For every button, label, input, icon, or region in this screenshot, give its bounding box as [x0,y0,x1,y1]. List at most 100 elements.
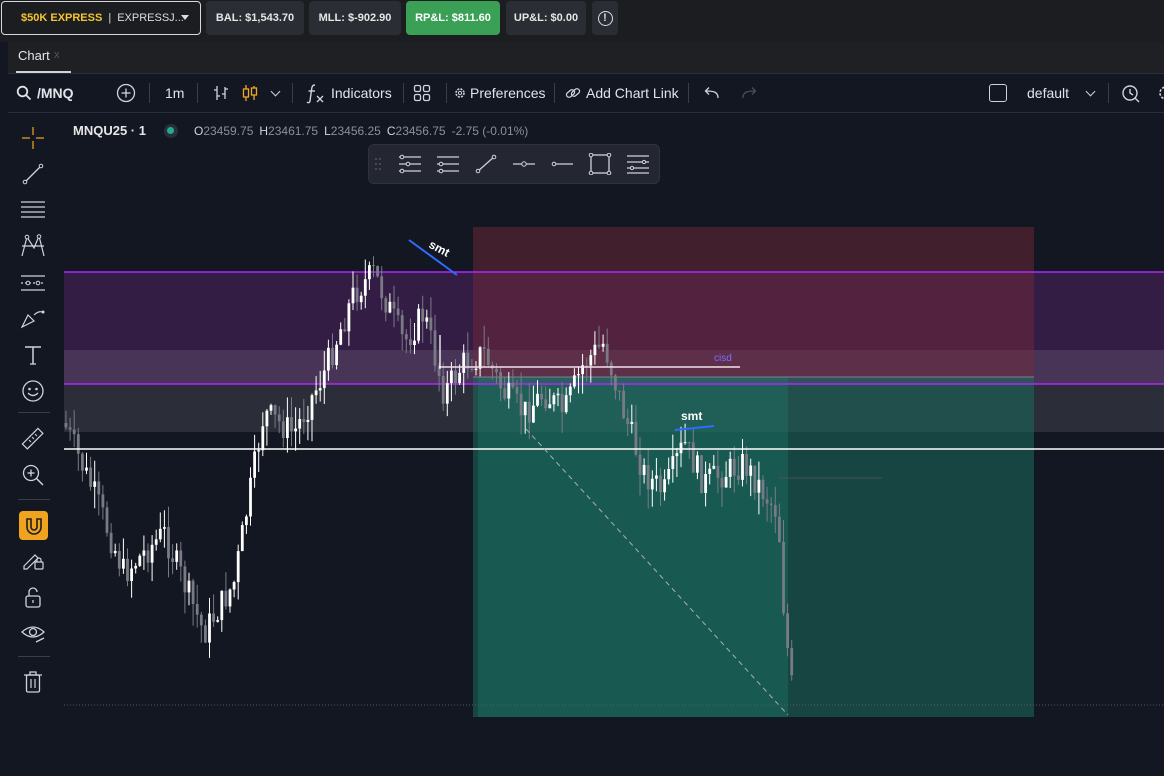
candle-body [515,387,519,394]
alert-button[interactable] [1121,74,1141,112]
redo-button[interactable] [740,74,758,112]
symbol-search[interactable]: /MNQ [16,74,74,112]
interval-button[interactable]: 1m [165,74,184,112]
delete-drawings-tool[interactable] [20,669,46,695]
projection-tool[interactable] [20,270,46,296]
candle-body [400,315,404,335]
candle-body [351,287,355,304]
candle-body [388,301,392,313]
eye-icon [21,626,45,643]
trendline-tool[interactable] [473,151,499,177]
pattern-tool[interactable] [20,233,46,259]
candle-body [585,365,589,367]
candle-body [298,419,302,429]
candle-body [716,465,720,478]
lock-all-tool[interactable] [20,584,46,610]
toolbar-divider [292,83,293,103]
info-icon: ! [597,10,613,26]
toolbar-divider [403,83,404,103]
candle-body [318,388,322,391]
ruler-tool[interactable] [20,426,46,452]
legend-low: 23456.25 [330,123,381,138]
add-chart-link-button[interactable]: Add Chart Link [565,74,679,112]
settings-button[interactable] [1156,74,1164,112]
menu-lines-icon [627,155,649,174]
account-selector[interactable]: $50K EXPRESS | EXPRESSJ... [1,1,201,35]
pattern-icon [21,234,45,257]
candle-body [138,555,142,566]
rectangle-tool[interactable] [587,151,613,177]
trendline-icon [475,154,497,174]
candle-body [573,375,576,387]
preferences-button[interactable]: Preferences [454,74,545,112]
redo-icon [742,87,757,99]
candle-body [347,303,351,332]
horizontal-line-tool[interactable] [549,151,575,177]
emoji-tool[interactable] [20,378,46,404]
indicators-button[interactable]: Indicators [306,74,392,112]
candle-body [146,550,150,563]
text-tool[interactable] [20,342,46,368]
candle-body [679,442,683,454]
candle-body [552,395,556,405]
candle-body [462,352,466,373]
add-symbol-button[interactable] [116,74,136,112]
candle-body [216,620,220,622]
hide-drawings-tool[interactable] [20,620,46,646]
horizontal-ray-levels-tool[interactable] [397,151,423,177]
templates-button[interactable] [413,74,431,112]
candle-body [72,429,76,435]
lock-drawing-tool[interactable] [20,546,46,572]
candle-body [167,527,170,559]
candle-body [786,613,789,649]
candle-body [327,347,330,371]
layout-checkbox[interactable] [989,74,1007,112]
candle-body [199,614,203,626]
legend-close-label: C [386,123,396,138]
trendline-icon [22,163,44,185]
chart-pane[interactable]: cisd smt smt MNQU25 · 1 O 23459.75 H 23461… [64,113,1164,776]
unlock-icon [25,587,41,608]
floating-drawing-toolbar [368,144,660,184]
candle-body [650,478,654,490]
candle-body [126,558,129,582]
price-chart[interactable]: cisd smt smt [64,113,1164,776]
candle-body [691,442,695,473]
info-button[interactable]: ! [592,1,618,35]
horizontal-segment-tool[interactable] [511,151,537,177]
candle-body [302,419,306,423]
candle-body [683,442,687,444]
magnet-tool[interactable] [19,511,48,540]
candle-body [281,421,285,439]
more-tools-button[interactable] [625,151,651,177]
candle-style-button[interactable] [241,74,259,112]
crosshair-tool[interactable] [20,125,46,151]
candle-body [277,414,281,422]
candle-body [646,464,650,490]
balance-text: BAL: $1,543.70 [215,12,295,24]
bar-style-button[interactable] [212,74,230,112]
candle-body [179,550,183,567]
account-bar: $50K EXPRESS | EXPRESSJ... BAL: $1,543.7… [0,0,1164,42]
drag-handle[interactable] [369,151,387,177]
candle-body [359,295,363,303]
cisd-label: cisd [714,353,732,364]
candle-body [597,344,601,347]
candle-body [655,475,658,479]
zoom-tool[interactable] [20,462,46,488]
layout-selector[interactable]: default [1027,74,1096,112]
candle-body [704,474,707,493]
undo-button[interactable] [703,74,721,112]
candle-body [458,372,461,384]
candle-body [778,516,781,542]
chart-type-dropdown[interactable] [270,74,281,112]
balance-badge: BAL: $1,543.70 [206,1,304,35]
parallel-levels-tool[interactable] [435,151,461,177]
trendline-tool[interactable] [20,161,46,187]
close-icon[interactable]: x [54,49,60,61]
brush-tool[interactable] [20,306,46,332]
toolbar-divider [446,83,447,103]
tab-chart[interactable]: Chart [18,48,50,63]
fib-tool[interactable] [20,197,46,223]
interval-text: 1m [165,85,185,101]
